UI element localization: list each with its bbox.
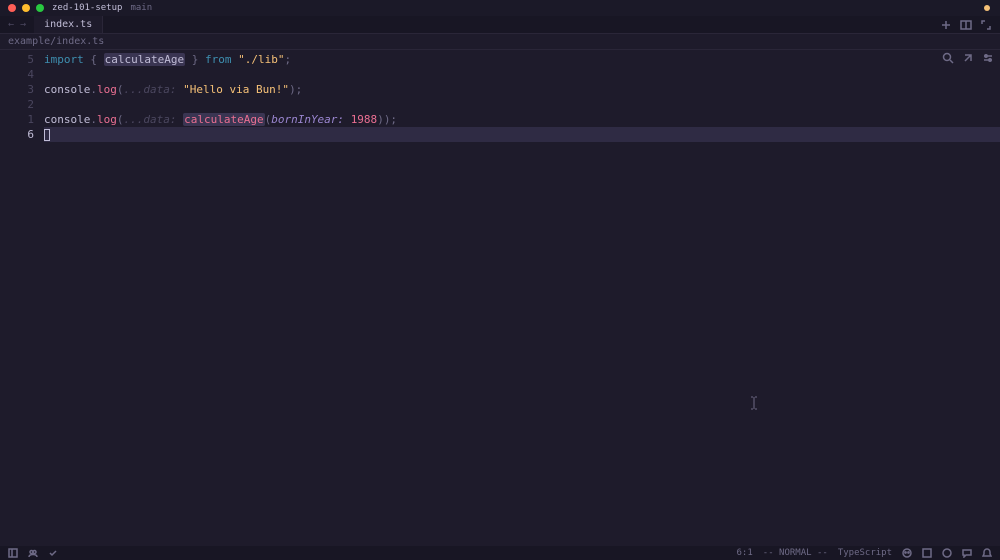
code-line: console.log(...data: calculateAge(bornIn… (44, 112, 1000, 127)
line-number: 4 (0, 67, 34, 82)
breadcrumb-path: example/index.ts (8, 36, 104, 47)
line-number: 6 (0, 127, 34, 142)
chat-icon[interactable] (962, 548, 972, 558)
code-line-current (44, 127, 1000, 142)
tab-label: index.ts (44, 19, 92, 30)
new-tab-icon[interactable] (940, 19, 952, 31)
status-bar: 6:1 -- NORMAL -- TypeScript (0, 546, 1000, 560)
collab-panel-icon[interactable] (28, 548, 38, 558)
terminal-icon[interactable] (922, 548, 932, 558)
project-name[interactable]: zed-101-setup (52, 3, 122, 13)
vim-mode: -- NORMAL -- (763, 548, 828, 558)
close-window-icon[interactable] (8, 4, 16, 12)
code-line (44, 97, 1000, 112)
nav-buttons: ← → (0, 16, 34, 33)
language-mode[interactable]: TypeScript (838, 548, 892, 558)
code-line: console.log(...data: "Hello via Bun!"); (44, 82, 1000, 97)
notifications-icon[interactable] (982, 548, 992, 558)
editor-toolbar (942, 52, 994, 64)
nav-back-icon[interactable]: ← (8, 19, 14, 30)
project-panel-icon[interactable] (8, 548, 18, 558)
line-number: 2 (0, 97, 34, 112)
code-area[interactable]: import { calculateAge } from "./lib"; co… (44, 50, 1000, 546)
line-number: 5 (0, 52, 34, 67)
update-indicator-icon[interactable] (984, 5, 990, 11)
copilot-icon[interactable] (902, 548, 912, 558)
split-pane-icon[interactable] (960, 19, 972, 31)
code-line (44, 67, 1000, 82)
nav-forward-icon[interactable]: → (20, 19, 26, 30)
editor[interactable]: 5 4 3 2 1 6 import { calculateAge } from… (0, 50, 1000, 546)
window-controls (8, 4, 44, 12)
tab-index-ts[interactable]: index.ts (34, 16, 103, 33)
diagnostics-ok-icon[interactable] (48, 548, 58, 558)
tab-tools (932, 16, 1000, 33)
search-icon[interactable] (942, 52, 954, 64)
line-number: 3 (0, 82, 34, 97)
tab-bar: ← → index.ts (0, 16, 1000, 34)
settings-icon[interactable] (982, 52, 994, 64)
block-cursor-icon (44, 129, 50, 141)
cursor-position[interactable]: 6:1 (737, 548, 753, 558)
gutter: 5 4 3 2 1 6 (0, 50, 44, 546)
title-bar: zed-101-setup main (0, 0, 1000, 16)
branch-name[interactable]: main (130, 3, 152, 13)
expand-icon[interactable] (980, 19, 992, 31)
line-number: 1 (0, 112, 34, 127)
breadcrumb[interactable]: example/index.ts (0, 34, 1000, 50)
minimize-window-icon[interactable] (22, 4, 30, 12)
inline-assist-icon[interactable] (962, 52, 974, 64)
maximize-window-icon[interactable] (36, 4, 44, 12)
feedback-icon[interactable] (942, 548, 952, 558)
code-line: import { calculateAge } from "./lib"; (44, 52, 1000, 67)
